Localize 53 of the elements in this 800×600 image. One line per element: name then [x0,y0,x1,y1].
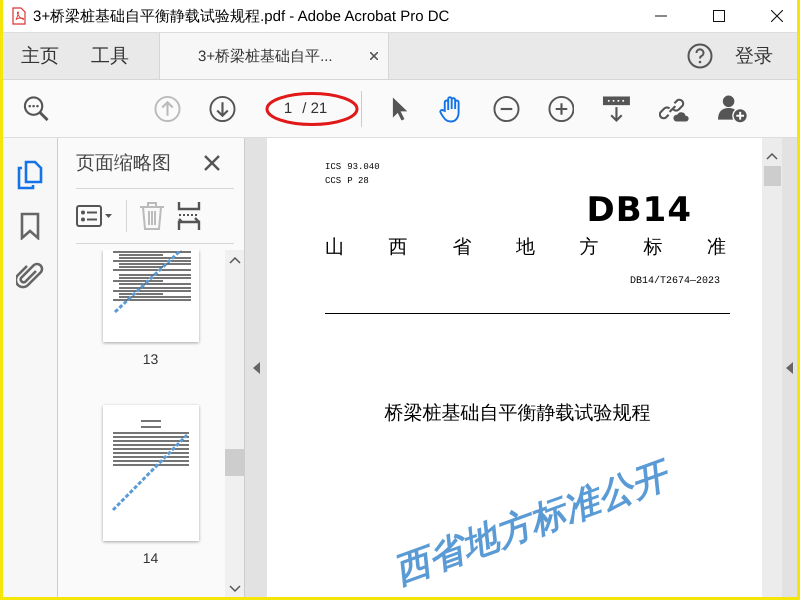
ics-code: 93.040 [347,161,380,174]
ics-label: ICS [325,161,342,174]
heading-character: 地 [516,235,535,260]
pages-icon[interactable] [17,160,43,190]
insert-page-icon[interactable] [177,201,201,231]
collapse-right-icon[interactable] [786,362,793,374]
page-number-label: 14 [142,550,158,566]
close-panel-icon[interactable] [204,155,220,171]
scroll-up-icon[interactable] [228,256,240,264]
panel-title: 页面缩略图 [76,152,171,176]
heading-character: 山 [325,235,344,260]
scrollbar-thumb[interactable] [225,449,244,476]
document-tab-label[interactable]: 3+桥梁桩基础自平... [198,46,333,66]
nav-tab[interactable]: 主页 [3,33,73,79]
standard-number: DB14/T2674—2023 [630,276,720,287]
zoom-in-icon[interactable] [548,94,574,122]
thumbnail-options-icon[interactable] [76,205,114,227]
document-title: 桥梁桩基础自平衡静载试验规程 [384,401,652,426]
ccs-code: P 28 [347,175,369,188]
heading-character: 省 [452,235,472,260]
collapse-left-icon[interactable] [252,362,260,374]
ccs-label: CCS [325,175,342,188]
page-number-label: 13 [142,351,158,367]
zoom-out-icon[interactable] [492,94,520,122]
add-user-icon[interactable] [718,94,750,124]
heading-character: 标 [643,235,662,260]
scrollbar-thumb[interactable] [764,166,780,186]
paperclip-icon[interactable] [16,262,44,290]
heading-character: 方 [580,235,599,260]
document-tab[interactable]: 3+桥梁桩基础自平... [159,33,389,79]
search-icon[interactable] [23,94,50,122]
maximize-icon[interactable] [713,10,725,22]
pdf-file-icon [11,7,27,25]
page-thumbnail[interactable] [102,250,198,342]
page-count: / 21 [302,100,328,117]
help-icon[interactable] [687,43,713,69]
pointer-icon[interactable] [390,96,410,122]
sign-in-link[interactable]: 登录 [735,43,773,69]
nav-tab[interactable]: 工具 [73,33,143,79]
scroll-up-icon[interactable] [766,152,778,160]
heading-character: 准 [706,235,726,260]
scroll-down-icon[interactable] [228,585,240,593]
next-page-icon[interactable] [208,94,236,122]
bookmark-icon[interactable] [20,212,40,240]
diagonal-stamp-text: 西省地方标准公开 [387,454,674,594]
page-number-field[interactable]: 1 [284,100,292,117]
heading-character: 西 [388,235,408,260]
close-tab-icon[interactable] [370,52,378,60]
page-thumbnail[interactable] [102,405,198,541]
close-icon[interactable] [771,10,783,22]
standard-code-logo: DB14 [586,190,692,230]
scroll-mode-icon[interactable] [602,94,632,122]
window-title: 3+桥梁桩基础自平衡静载试验规程.pdf - Adobe Acrobat Pro DC [33,6,450,26]
